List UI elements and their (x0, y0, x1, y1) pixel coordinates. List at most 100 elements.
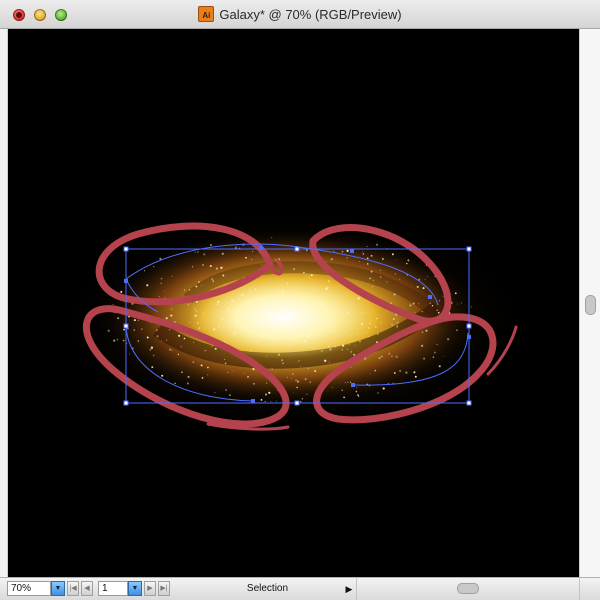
star-speckle (372, 286, 374, 288)
star-speckle (160, 277, 163, 280)
star-speckle (357, 297, 360, 300)
artboard-canvas[interactable] (8, 29, 579, 577)
vertical-scrollbar[interactable] (579, 29, 600, 577)
star-speckle (227, 302, 229, 304)
star-speckle (155, 329, 158, 332)
star-speckle (350, 334, 352, 336)
star-speckle (470, 306, 473, 308)
star-speckle (409, 304, 412, 307)
star-speckle (195, 310, 197, 312)
anchor-point[interactable] (124, 279, 128, 283)
handle-top-left[interactable] (123, 246, 129, 252)
star-speckle (421, 331, 424, 334)
star-speckle (302, 317, 304, 319)
anchor-point[interactable] (351, 383, 355, 387)
star-speckle (348, 343, 350, 345)
artboard-number-field[interactable]: 1 (98, 581, 128, 596)
star-speckle (343, 331, 345, 333)
artboard-dropdown-button[interactable]: ▼ (128, 581, 142, 596)
handle-bottom-left[interactable] (123, 400, 129, 406)
handle-top-middle[interactable] (294, 246, 300, 252)
star-speckle (243, 372, 245, 374)
anchor-point[interactable] (428, 295, 432, 299)
last-artboard-button[interactable]: ▶| (158, 581, 170, 596)
horizontal-scrollbar[interactable] (356, 578, 579, 600)
star-speckle (178, 334, 181, 337)
star-speckle (341, 313, 344, 316)
star-speckle (393, 293, 396, 296)
star-speckle (308, 276, 310, 278)
star-speckle (304, 378, 307, 381)
star-speckle (366, 245, 368, 247)
star-speckle (313, 308, 316, 311)
star-speckle (343, 396, 345, 399)
star-speckle (177, 353, 180, 356)
star-speckle (232, 333, 235, 335)
star-speckle (308, 330, 311, 333)
star-speckle (396, 321, 399, 324)
star-speckle (295, 307, 298, 310)
first-artboard-button[interactable]: |◀ (67, 581, 79, 596)
star-speckle (151, 366, 154, 369)
zoom-dropdown-button[interactable]: ▼ (51, 581, 65, 596)
star-speckle (297, 380, 299, 383)
anchor-point[interactable] (350, 249, 354, 253)
star-speckle (261, 314, 263, 317)
star-speckle (341, 348, 344, 351)
star-speckle (379, 276, 382, 278)
status-menu-arrow-icon[interactable]: ▶ (343, 582, 355, 596)
status-display-label[interactable]: Selection (180, 578, 355, 600)
star-speckle (265, 355, 267, 357)
star-speckle (146, 284, 149, 287)
star-speckle (355, 390, 358, 393)
star-speckle (284, 314, 286, 316)
star-speckle (349, 381, 352, 383)
star-speckle (187, 304, 189, 306)
previous-artboard-button[interactable]: ◀ (81, 581, 93, 596)
handle-bottom-right[interactable] (466, 400, 472, 406)
next-artboard-button[interactable]: ▶ (144, 581, 156, 596)
horizontal-scroll-thumb[interactable] (457, 583, 479, 594)
handle-top-right[interactable] (466, 246, 472, 252)
star-speckle (319, 305, 322, 308)
star-speckle (306, 393, 308, 395)
star-speckle (362, 253, 365, 255)
star-speckle (197, 322, 199, 324)
star-speckle (329, 348, 332, 351)
star-speckle (358, 340, 362, 343)
star-speckle (312, 289, 314, 291)
star-speckle (161, 340, 162, 342)
anchor-point[interactable] (251, 399, 255, 403)
star-speckle (286, 377, 288, 378)
star-speckle (378, 356, 381, 360)
star-speckle (406, 262, 408, 265)
star-speckle (221, 317, 224, 321)
star-speckle (194, 252, 196, 254)
handle-bottom-middle[interactable] (294, 400, 300, 406)
star-speckle (438, 365, 441, 368)
star-speckle (214, 347, 217, 350)
title-bar[interactable]: Ai Galaxy* @ 70% (RGB/Preview) (0, 0, 600, 29)
star-speckle (366, 312, 368, 314)
handle-middle-left[interactable] (123, 323, 129, 329)
star-speckle (146, 336, 149, 339)
zoom-level-field[interactable]: 70% (7, 581, 51, 596)
star-speckle (201, 284, 203, 286)
star-speckle (341, 250, 344, 253)
anchor-point[interactable] (259, 246, 263, 250)
handle-middle-right[interactable] (466, 323, 472, 329)
star-speckle (225, 389, 227, 391)
star-speckle (302, 325, 305, 328)
anchor-point[interactable] (467, 335, 471, 339)
star-speckle (117, 317, 120, 320)
star-speckle (307, 332, 308, 334)
star-speckle (282, 362, 284, 364)
star-speckle (271, 336, 274, 339)
star-speckle (122, 339, 125, 342)
star-speckle (337, 344, 339, 346)
star-speckle (329, 361, 331, 363)
star-speckle (324, 359, 327, 362)
star-speckle (165, 317, 168, 320)
star-speckle (338, 297, 340, 299)
vertical-scroll-thumb[interactable] (585, 295, 596, 315)
